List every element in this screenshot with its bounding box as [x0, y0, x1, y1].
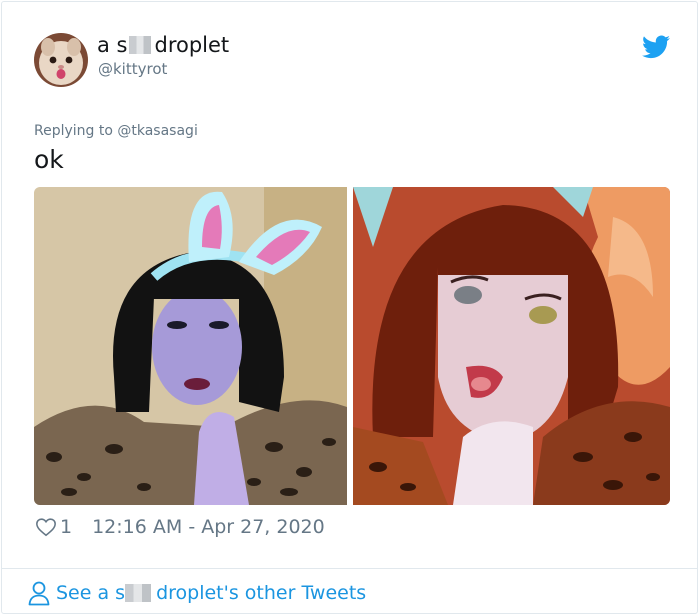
- heart-outline-icon[interactable]: [35, 516, 57, 538]
- tweet-timestamp[interactable]: 12:16 AM - Apr 27, 2020: [92, 516, 325, 538]
- like-count[interactable]: 1: [60, 516, 72, 538]
- tweet-card: a s droplet @kittyrot Replying to @tkasa…: [1, 1, 698, 614]
- other-tweets-prefix: See a s: [56, 582, 126, 604]
- display-name[interactable]: a s droplet: [97, 33, 229, 57]
- cat-avatar-icon: [34, 33, 88, 87]
- censored-text-block: [125, 584, 152, 602]
- replying-to[interactable]: Replying to @tkasasagi: [34, 123, 198, 139]
- selfie-photo-image: [34, 187, 347, 505]
- see-other-tweets-link[interactable]: See a s droplet's other Tweets: [27, 580, 366, 606]
- anime-version-art: [353, 187, 670, 505]
- display-name-prefix: a s: [97, 33, 128, 57]
- display-name-suffix: droplet: [154, 33, 230, 57]
- footer-divider: [2, 568, 697, 569]
- twitter-bird-icon[interactable]: [642, 35, 670, 59]
- user-handle[interactable]: @kittyrot: [98, 60, 167, 78]
- person-outline-icon: [28, 581, 50, 606]
- selfie-photo[interactable]: [34, 187, 347, 505]
- tweet-text: ok: [34, 145, 64, 174]
- anime-version-image[interactable]: [353, 187, 670, 505]
- other-tweets-suffix: droplet's other Tweets: [156, 582, 367, 604]
- avatar[interactable]: [34, 33, 88, 87]
- censored-text-block: [128, 36, 151, 54]
- tweet-meta: 1 12:16 AM - Apr 27, 2020: [35, 516, 325, 538]
